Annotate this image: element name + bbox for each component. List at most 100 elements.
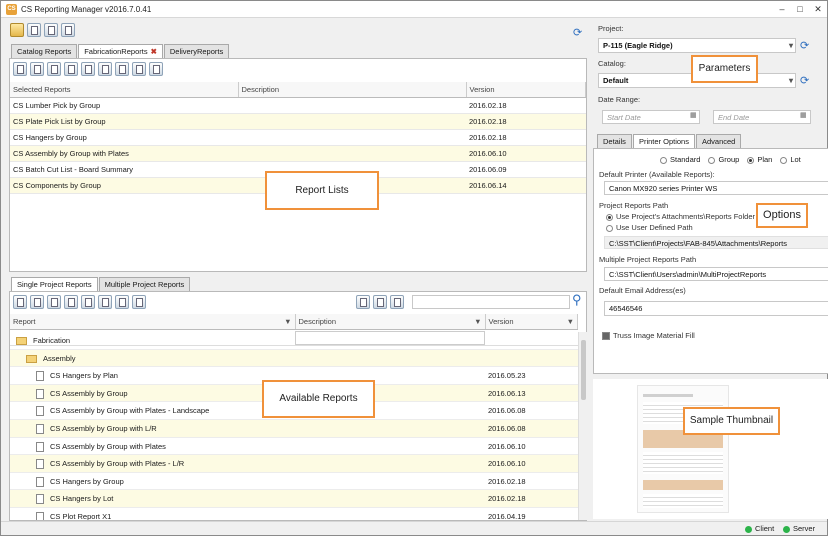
preview-icon[interactable] xyxy=(30,295,44,309)
save-report-icon[interactable] xyxy=(47,295,61,309)
radio-standard[interactable]: Standard xyxy=(660,155,700,164)
open-folder-icon[interactable] xyxy=(10,23,24,37)
multi-project-path-field[interactable]: C:\SST\Client\Users\admin\MultiProjectRe… xyxy=(604,267,828,281)
tree-report-row[interactable]: CS Assembly by Group with Plates 2016.06.… xyxy=(10,438,578,456)
vertical-scrollbar[interactable] xyxy=(578,332,587,520)
email-icon[interactable] xyxy=(64,295,78,309)
tree-report-row[interactable]: CS Assembly by Group with L/R 2016.06.08 xyxy=(10,419,578,438)
filter-icon[interactable]: ▼ xyxy=(474,317,481,326)
radio-plan[interactable]: Plan xyxy=(747,155,772,164)
cs-report-icon[interactable] xyxy=(356,295,370,309)
column-header-description[interactable]: Description xyxy=(238,82,467,98)
search-input[interactable] xyxy=(412,295,570,309)
radio-icon xyxy=(606,224,613,232)
default-printer-select[interactable]: Canon MX920 series Printer WS xyxy=(604,181,828,195)
radio-icon xyxy=(708,156,716,164)
table-row[interactable]: CS Assembly by Group with Plates 2016.06.… xyxy=(10,145,586,162)
settings-icon[interactable] xyxy=(115,295,129,309)
email-field[interactable]: 46546546 xyxy=(604,301,828,316)
report-name-cell: CS Batch Cut List - Board Summary xyxy=(10,161,238,178)
report-name: CS Assembly by Group with Plates - Lands… xyxy=(50,406,210,416)
start-date-input[interactable]: Start Date xyxy=(602,110,700,124)
add-to-selected-icon[interactable] xyxy=(81,295,95,309)
preview-icon[interactable] xyxy=(30,62,44,76)
version-cell: 2016.06.08 xyxy=(488,423,526,433)
tab-printer-options[interactable]: Printer Options xyxy=(632,134,695,149)
version-cell: 2016.02.18 xyxy=(466,97,586,114)
tab-single-project-reports[interactable]: Single Project Reports xyxy=(11,277,98,292)
close-icon[interactable]: ✕ xyxy=(811,3,825,15)
path-option-label: Use User Defined Path xyxy=(616,223,693,232)
project-path-field[interactable]: C:\SST\Client\Projects\FAB-845\Attachmen… xyxy=(604,236,828,249)
tools-icon[interactable] xyxy=(132,295,146,309)
tab-label: FabricationReports xyxy=(84,47,148,56)
remove-icon[interactable] xyxy=(149,62,163,76)
minimize-icon[interactable]: – xyxy=(775,3,789,15)
save-report-icon[interactable] xyxy=(47,62,61,76)
report-grouping-radio-group: Standard Group Plan Lot xyxy=(660,155,809,164)
column-header-version[interactable]: Version ▼ xyxy=(485,314,578,330)
report-name-cell: CS Plate Pick List by Group xyxy=(10,113,238,130)
selected-reports-panel: Selected Reports Description Version CS … xyxy=(9,58,587,272)
tab-advanced[interactable]: Advanced xyxy=(695,134,742,148)
path-option-user-defined[interactable]: Use User Defined Path xyxy=(606,223,693,232)
search-icon[interactable]: ⚲ xyxy=(572,293,586,307)
tab-label: Multiple Project Reports xyxy=(104,280,185,289)
move-down-icon[interactable] xyxy=(115,62,129,76)
tree-report-row[interactable]: CS Hangers by Lot 2016.02.18 xyxy=(10,490,578,508)
close-tab-icon[interactable]: ✖ xyxy=(151,47,157,56)
title-bar: CS CS Reporting Manager v2016.7.0.41 – □… xyxy=(1,1,827,18)
maximize-icon[interactable]: □ xyxy=(793,3,807,15)
radio-group[interactable]: Group xyxy=(708,155,739,164)
tab-multiple-project-reports[interactable]: Multiple Project Reports xyxy=(98,277,191,291)
tree-report-row[interactable]: CS Assembly by Group with Plates - L/R 20… xyxy=(10,455,578,473)
save-as-icon[interactable] xyxy=(44,23,58,37)
tab-delivery-reports[interactable]: DeliveryReports xyxy=(163,44,230,58)
tree-report-row[interactable]: CS Plot Report X1 2016.04.19 xyxy=(10,508,578,520)
tree-folder-row[interactable]: Assembly xyxy=(10,349,578,368)
truss-image-material-fill-checkbox[interactable]: Truss Image Material Fill xyxy=(602,331,695,341)
tab-details[interactable]: Details xyxy=(597,134,632,148)
table-row[interactable]: CS Lumber Pick by Group 2016.02.18 xyxy=(10,97,586,114)
radio-label: Group xyxy=(718,155,740,164)
calendar-icon[interactable]: ▦ xyxy=(800,111,807,119)
radio-lot[interactable]: Lot xyxy=(780,155,801,164)
filter-icon[interactable]: ▼ xyxy=(284,317,291,326)
tree-folder-row[interactable]: Fabrication xyxy=(10,332,578,350)
delete-report-icon[interactable] xyxy=(390,295,404,309)
table-row[interactable]: CS Hangers by Group 2016.02.18 xyxy=(10,129,586,146)
move-up-icon[interactable] xyxy=(98,62,112,76)
end-date-input[interactable]: End Date xyxy=(713,110,811,124)
project-select[interactable]: P-115 (Eagle Ridge) xyxy=(598,38,796,53)
status-ok-icon xyxy=(745,525,752,533)
folder-icon xyxy=(16,337,27,346)
edit-report-icon[interactable] xyxy=(373,295,387,309)
tab-catalog-reports[interactable]: Catalog Reports xyxy=(11,44,78,58)
available-toolbar xyxy=(13,295,149,309)
refresh-project-icon[interactable]: ⟳ xyxy=(800,39,809,52)
column-header-selected-reports[interactable]: Selected Reports xyxy=(10,82,239,98)
report-file-icon xyxy=(36,494,44,505)
table-row[interactable]: CS Plate Pick List by Group 2016.02.18 xyxy=(10,113,586,130)
column-header-description[interactable]: Description ▼ xyxy=(295,314,486,330)
email-icon[interactable] xyxy=(64,62,78,76)
version-cell: 2016.06.09 xyxy=(466,161,586,178)
refresh-icon[interactable]: ⟳ xyxy=(573,27,585,39)
print-icon[interactable] xyxy=(13,295,27,309)
edit-icon[interactable] xyxy=(98,295,112,309)
pdf-icon[interactable] xyxy=(81,62,95,76)
refresh-catalog-icon[interactable]: ⟳ xyxy=(800,74,809,87)
calendar-icon[interactable]: ▦ xyxy=(690,111,697,119)
filter-icon[interactable]: ▼ xyxy=(567,317,574,326)
export-icon[interactable] xyxy=(61,23,75,37)
print-icon[interactable] xyxy=(13,62,27,76)
column-header-report[interactable]: Report ▼ xyxy=(10,314,296,330)
column-header-version[interactable]: Version xyxy=(466,82,586,98)
callout-available-reports: Available Reports xyxy=(262,380,375,418)
path-option-attachments[interactable]: Use Project's Attachments\Reports Folder xyxy=(606,212,755,221)
tree-report-row[interactable]: CS Hangers by Group 2016.02.18 xyxy=(10,473,578,491)
tab-fabrication-reports[interactable]: FabricationReports ✖ xyxy=(78,44,163,59)
copy-icon[interactable] xyxy=(132,62,146,76)
version-cell: 2016.06.10 xyxy=(488,459,526,469)
save-icon[interactable] xyxy=(27,23,41,37)
